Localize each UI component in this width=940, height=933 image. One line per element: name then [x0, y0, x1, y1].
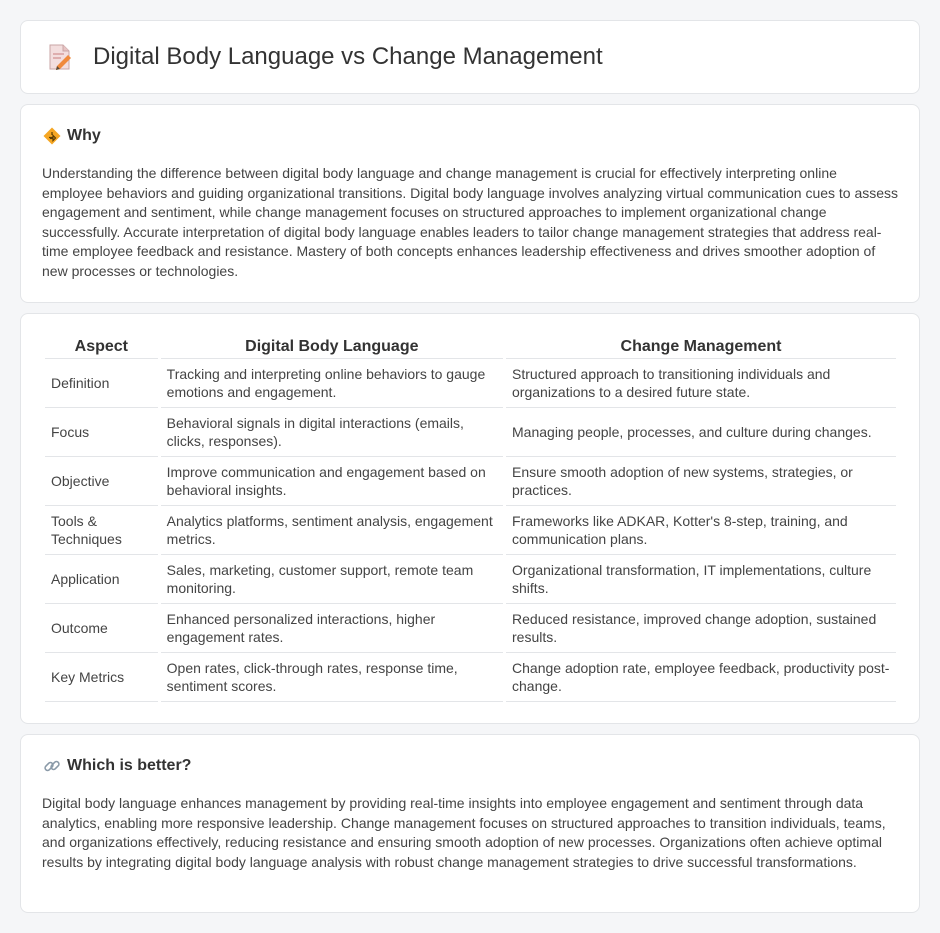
column-header: Change Management: [506, 334, 896, 359]
aspect-cell: Tools & Techniques: [45, 506, 158, 555]
aspect-cell: Outcome: [45, 604, 158, 653]
digital-body-language-cell: Behavioral signals in digital interactio…: [160, 408, 504, 457]
column-header: Digital Body Language: [160, 334, 504, 359]
aspect-cell: Definition: [45, 359, 158, 408]
digital-body-language-cell: Open rates, click-through rates, respons…: [160, 653, 504, 702]
table-row: Objective Improve communication and enga…: [45, 457, 896, 506]
column-header: Aspect: [45, 334, 158, 359]
change-management-cell: Organizational transformation, IT implem…: [506, 555, 896, 604]
change-management-cell: Ensure smooth adoption of new systems, s…: [506, 457, 896, 506]
table-row: Definition Tracking and interpreting onl…: [45, 359, 896, 408]
digital-body-language-cell: Enhanced personalized interactions, high…: [160, 604, 504, 653]
table-row: Outcome Enhanced personalized interactio…: [45, 604, 896, 653]
road-sign-icon: [43, 127, 61, 145]
why-text: Understanding the difference between dig…: [42, 165, 899, 279]
table-row: Application Sales, marketing, customer s…: [45, 555, 896, 604]
digital-body-language-cell: Analytics platforms, sentiment analysis,…: [160, 506, 504, 555]
which-is-better-heading: Which is better?: [67, 757, 192, 774]
aspect-cell: Key Metrics: [45, 653, 158, 702]
document-pen-icon: [49, 44, 71, 70]
comparison-section: Aspect Digital Body Language Change Mana…: [20, 313, 920, 724]
table-row: Focus Behavioral signals in digital inte…: [45, 408, 896, 457]
change-management-cell: Change adoption rate, employee feedback,…: [506, 653, 896, 702]
change-management-cell: Managing people, processes, and culture …: [506, 408, 896, 457]
title-card: Digital Body Language vs Change Manageme…: [20, 20, 920, 94]
table-row: Tools & Techniques Analytics platforms, …: [45, 506, 896, 555]
change-management-cell: Reduced resistance, improved change adop…: [506, 604, 896, 653]
digital-body-language-cell: Tracking and interpreting online behavio…: [160, 359, 504, 408]
digital-body-language-cell: Sales, marketing, customer support, remo…: [160, 555, 504, 604]
change-management-cell: Structured approach to transitioning ind…: [506, 359, 896, 408]
aspect-cell: Focus: [45, 408, 158, 457]
table-row: Key Metrics Open rates, click-through ra…: [45, 653, 896, 702]
page-title: Digital Body Language vs Change Manageme…: [93, 43, 603, 70]
comparison-table: Aspect Digital Body Language Change Mana…: [42, 334, 899, 702]
table-header-row: Aspect Digital Body Language Change Mana…: [45, 334, 896, 359]
link-icon: [44, 760, 60, 772]
digital-body-language-cell: Improve communication and engagement bas…: [160, 457, 504, 506]
which-is-better-section: Which is better? Digital body language e…: [20, 734, 920, 913]
why-heading: Why: [67, 127, 101, 144]
which-is-better-text: Digital body language enhances managemen…: [42, 795, 886, 870]
why-section: Why Understanding the difference between…: [20, 104, 920, 303]
change-management-cell: Frameworks like ADKAR, Kotter's 8-step, …: [506, 506, 896, 555]
aspect-cell: Objective: [45, 457, 158, 506]
aspect-cell: Application: [45, 555, 158, 604]
